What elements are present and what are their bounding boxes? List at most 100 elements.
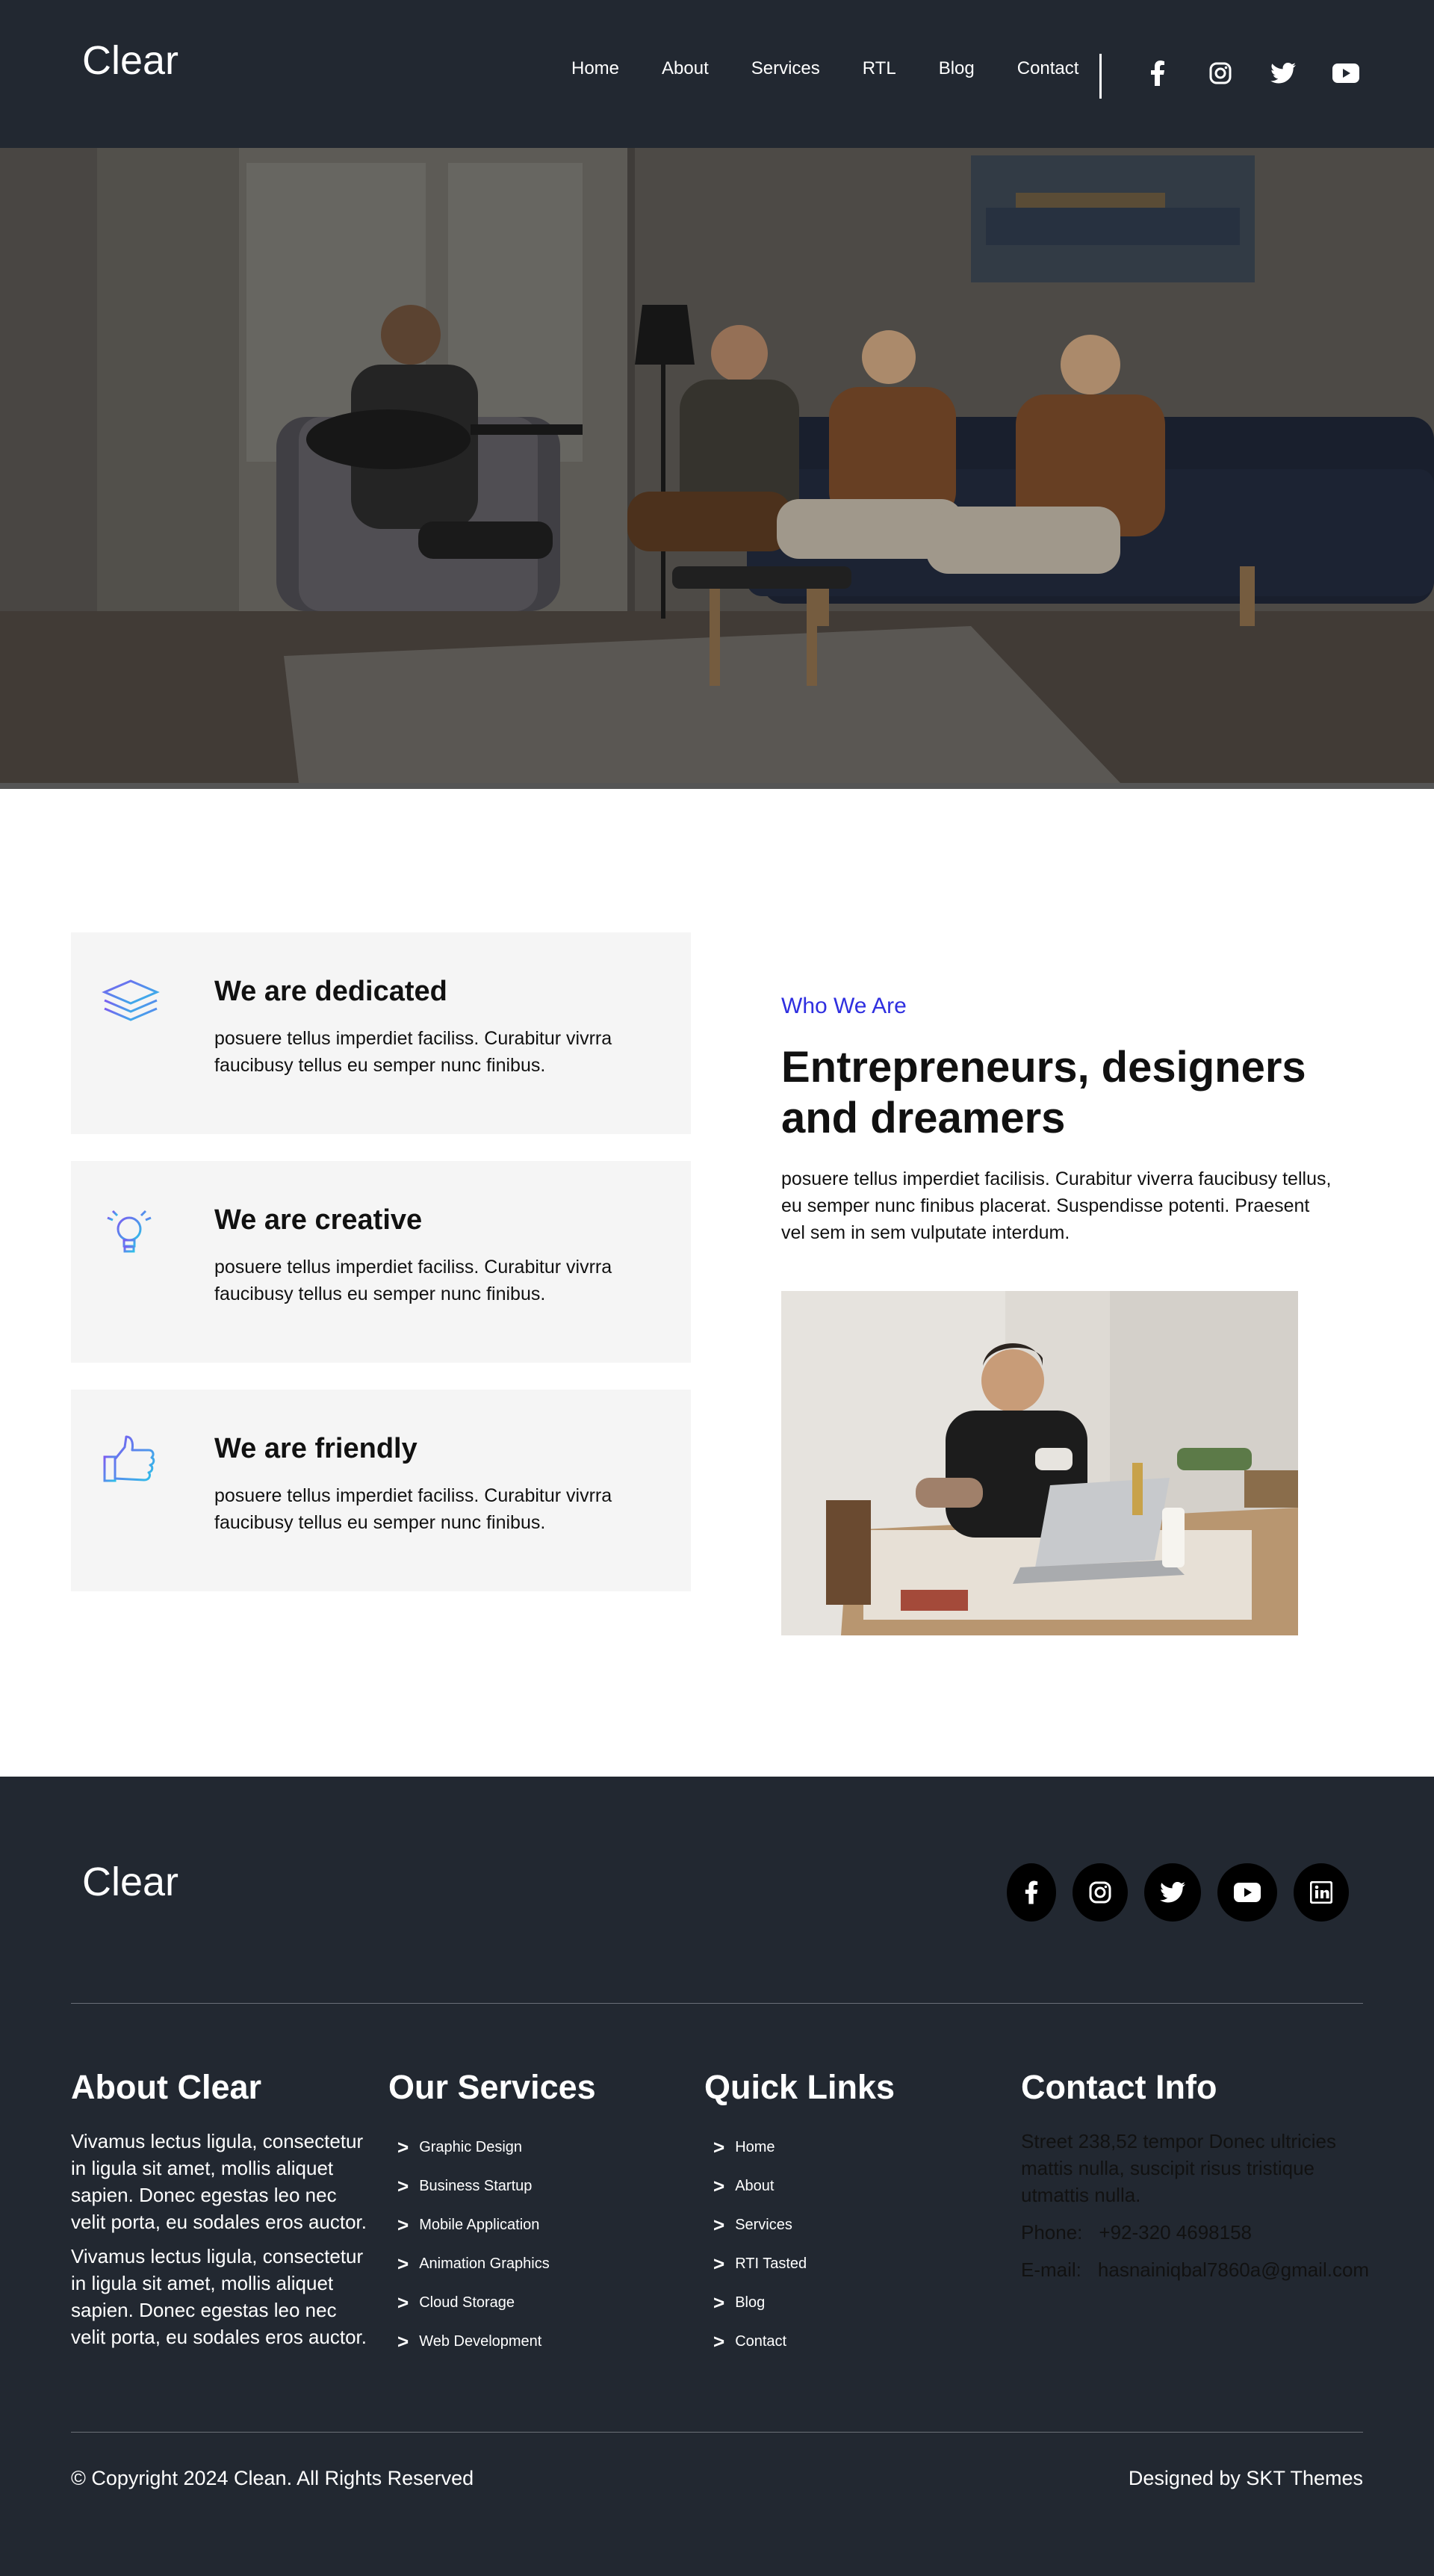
nav-services[interactable]: Services (751, 58, 820, 79)
main-nav: Home About Services RTL Blog Contact (571, 58, 1121, 79)
linkedin-icon[interactable] (1294, 1863, 1349, 1922)
footer-divider-bottom (71, 2432, 1363, 2433)
footer-link-item[interactable]: > Home (704, 2128, 895, 2167)
feature-title: We are creative (214, 1204, 423, 1236)
footer-service-label[interactable]: Animation Graphics (419, 2255, 550, 2273)
footer-service-item[interactable]: > Cloud Storage (388, 2283, 596, 2322)
footer-link-label[interactable]: Contact (735, 2333, 786, 2350)
chevron-right-icon: > (397, 2252, 409, 2275)
footer-service-item[interactable]: > Mobile Application (388, 2205, 596, 2244)
footer-logo[interactable]: Clear (82, 1859, 179, 1905)
hero-living-room-illustration (0, 148, 1434, 783)
nav-blog[interactable]: Blog (939, 58, 975, 79)
hero-image (0, 148, 1434, 789)
footer-link-item[interactable]: > Services (704, 2205, 895, 2244)
email-label: E-mail: (1021, 2258, 1081, 2281)
footer-about-title: About Clear (71, 2068, 262, 2106)
chevron-right-icon: > (397, 2174, 409, 2197)
youtube-icon[interactable] (1217, 1863, 1277, 1922)
footer-services-list: > Graphic Design > Business Startup > Mobil… (388, 2128, 596, 2361)
footer-links-title: Quick Links (704, 2068, 896, 2106)
chevron-right-icon: > (397, 2213, 409, 2236)
thumbs-up-icon (101, 1431, 161, 1490)
site-header: Clear Home About Services RTL Blog Conta… (0, 0, 1434, 148)
footer-services-column: Our Services > Graphic Design > Business S… (388, 2068, 596, 2361)
facebook-icon[interactable] (1007, 1863, 1056, 1922)
footer-contact-address: Street 238,52 tempor Donec ultricies mat… (1021, 2130, 1336, 2206)
footer-contact-title: Contact Info (1021, 2068, 1217, 2106)
footer-link-item[interactable]: > About (704, 2167, 895, 2205)
section-description: posuere tellus imperdiet facilisis. Cura… (781, 1168, 1332, 1243)
feature-card-friendly: We are friendly posuere tellus imperdiet… (71, 1390, 691, 1591)
man-at-laptop-illustration (781, 1291, 1298, 1635)
footer-link-label[interactable]: RTI Tasted (735, 2255, 807, 2273)
feature-text: posuere tellus imperdiet faciliss. Curab… (214, 1485, 612, 1533)
footer-link-label[interactable]: About (735, 2178, 774, 2195)
lightbulb-icon (101, 1202, 161, 1262)
nav-contact[interactable]: Contact (1017, 58, 1079, 79)
feature-text: posuere tellus imperdiet faciliss. Curab… (214, 1257, 612, 1304)
footer-link-label[interactable]: Blog (735, 2294, 765, 2312)
nav-about[interactable]: About (662, 58, 709, 79)
footer-about-column: About Clear Vivamus lectus ligula, conse… (71, 2068, 370, 2358)
feature-title: We are friendly (214, 1433, 418, 1464)
phone-label: Phone: (1021, 2221, 1083, 2244)
email-value[interactable]: hasnainiqbal7860a@gmail.com (1098, 2258, 1369, 2281)
facebook-icon[interactable] (1143, 58, 1173, 88)
chevron-right-icon: > (397, 2135, 409, 2158)
chevron-right-icon: > (397, 2329, 409, 2353)
about-photo (781, 1291, 1298, 1635)
footer-links-list: > Home > About > Services > RTI Tasted > Blog… (704, 2128, 895, 2361)
chevron-right-icon: > (713, 2329, 725, 2353)
footer-social-links (1007, 1863, 1349, 1922)
footer-about-paragraph: Vivamus lectus ligula, consectetur in li… (71, 2245, 367, 2348)
footer-service-item[interactable]: > Animation Graphics (388, 2244, 596, 2283)
footer-services-title: Our Services (388, 2068, 596, 2106)
nav-divider (1099, 54, 1102, 99)
feature-card-creative: We are creative posuere tellus imperdiet… (71, 1161, 691, 1363)
footer-link-item[interactable]: > RTI Tasted (704, 2244, 895, 2283)
chevron-right-icon: > (713, 2135, 725, 2158)
instagram-icon[interactable] (1073, 1863, 1128, 1922)
feature-card-dedicated: We are dedicated posuere tellus imperdie… (71, 932, 691, 1134)
phone-value[interactable]: +92-320 4698158 (1099, 2221, 1252, 2244)
twitter-icon[interactable] (1268, 58, 1298, 88)
feature-text: posuere tellus imperdiet faciliss. Curab… (214, 1028, 612, 1076)
footer-contact-phone: Phone: +92-320 4698158 (1021, 2219, 1372, 2246)
layers-icon (101, 973, 161, 1033)
twitter-icon[interactable] (1144, 1863, 1201, 1922)
chevron-right-icon: > (397, 2291, 409, 2314)
footer-service-item[interactable]: > Business Startup (388, 2167, 596, 2205)
footer-service-item[interactable]: > Graphic Design (388, 2128, 596, 2167)
footer-service-label[interactable]: Mobile Application (419, 2217, 539, 2234)
youtube-icon[interactable] (1331, 58, 1361, 88)
header-social-links (1143, 58, 1361, 88)
footer-links-column: Quick Links > Home > About > Services > RTI … (704, 2068, 895, 2361)
section-headline: Entrepreneurs, designers and dreamers (781, 1043, 1306, 1142)
nav-home[interactable]: Home (571, 58, 619, 79)
nav-rtl[interactable]: RTL (863, 58, 896, 79)
chevron-right-icon: > (713, 2174, 725, 2197)
feature-title: We are dedicated (214, 976, 447, 1007)
chevron-right-icon: > (713, 2291, 725, 2314)
footer-link-item[interactable]: > Blog (704, 2283, 895, 2322)
footer-service-label[interactable]: Graphic Design (419, 2139, 522, 2156)
footer-link-label[interactable]: Services (735, 2217, 792, 2234)
footer-service-label[interactable]: Business Startup (419, 2178, 532, 2195)
instagram-icon[interactable] (1205, 58, 1235, 88)
footer-contact-column: Contact Info Street 238,52 tempor Donec … (1021, 2068, 1372, 2283)
footer-service-label[interactable]: Web Development (419, 2333, 541, 2350)
footer-service-label[interactable]: Cloud Storage (419, 2294, 515, 2312)
designed-by-text[interactable]: Designed by SKT Themes (1129, 2467, 1363, 2490)
site-logo[interactable]: Clear (82, 37, 179, 84)
footer-link-item[interactable]: > Contact (704, 2322, 895, 2361)
footer-contact-email: E-mail: hasnainiqbal7860a@gmail.com (1021, 2256, 1372, 2283)
section-eyebrow: Who We Are (781, 994, 907, 1018)
copyright-text: © Copyright 2024 Clean. All Rights Reser… (71, 2467, 474, 2489)
footer-service-item[interactable]: > Web Development (388, 2322, 596, 2361)
footer-divider-top (71, 2003, 1363, 2004)
footer-link-label[interactable]: Home (735, 2139, 775, 2156)
footer-about-paragraph: Vivamus lectus ligula, consectetur in li… (71, 2130, 367, 2233)
chevron-right-icon: > (713, 2252, 725, 2275)
chevron-right-icon: > (713, 2213, 725, 2236)
